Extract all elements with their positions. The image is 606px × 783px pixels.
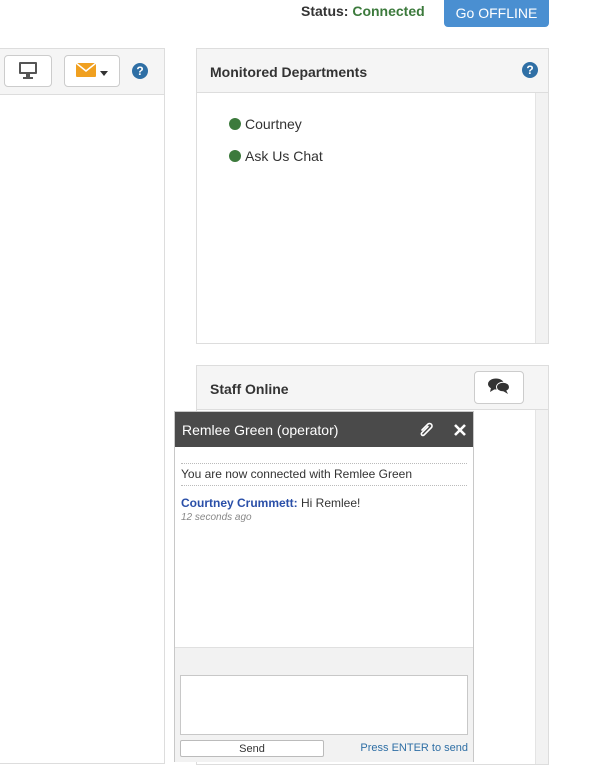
left-panel: ? [0,48,165,764]
online-status-icon [229,118,241,130]
system-message: You are now connected with Remlee Green [181,463,467,486]
email-dropdown-button[interactable] [64,55,120,87]
chat-button[interactable] [474,371,524,404]
monitored-departments-panel: Monitored Departments ? Courtney Ask Us … [196,48,549,344]
scrollbar[interactable] [535,410,548,764]
message-sender: Courtney Crummett: [181,496,298,510]
envelope-icon [75,61,97,80]
chat-message: Courtney Crummett: Hi Remlee! [181,496,467,510]
screen-share-button[interactable] [4,55,52,87]
comments-icon [488,378,510,397]
online-status-icon [229,150,241,162]
chat-window: Remlee Green (operator) You are now conn… [174,411,474,762]
left-toolbar: ? [0,49,164,95]
enter-to-send-hint: Press ENTER to send [360,742,468,754]
message-time: 12 seconds ago [181,512,252,523]
department-label: Courtney [245,116,302,132]
chat-compose-area: Send Press ENTER to send [175,647,473,762]
panel-header: Staff Online [197,366,548,410]
chat-title: Remlee Green (operator) [182,422,339,438]
paperclip-icon[interactable] [418,421,434,441]
help-icon[interactable]: ? [522,62,538,78]
go-offline-button[interactable]: Go OFFLINE [444,0,549,27]
help-icon[interactable]: ? [132,63,148,79]
department-item: Ask Us Chat [229,148,323,164]
scrollbar[interactable] [535,93,548,343]
chat-message-input[interactable] [180,675,468,735]
department-label: Ask Us Chat [245,148,323,164]
panel-title: Staff Online [210,381,289,397]
connection-status: Status: Connected [301,3,425,19]
chat-header: Remlee Green (operator) [175,412,473,447]
chat-messages: You are now connected with Remlee Green … [181,463,467,523]
department-item: Courtney [229,116,302,132]
status-value: Connected [352,3,425,19]
caret-down-icon [100,63,108,79]
status-label: Status: [301,3,349,19]
message-text: Hi Remlee! [301,496,361,510]
panel-title: Monitored Departments [210,64,368,80]
close-icon[interactable] [454,423,466,439]
panel-header: Monitored Departments ? [197,49,548,93]
send-button[interactable]: Send [180,740,324,757]
monitor-icon [18,61,38,82]
